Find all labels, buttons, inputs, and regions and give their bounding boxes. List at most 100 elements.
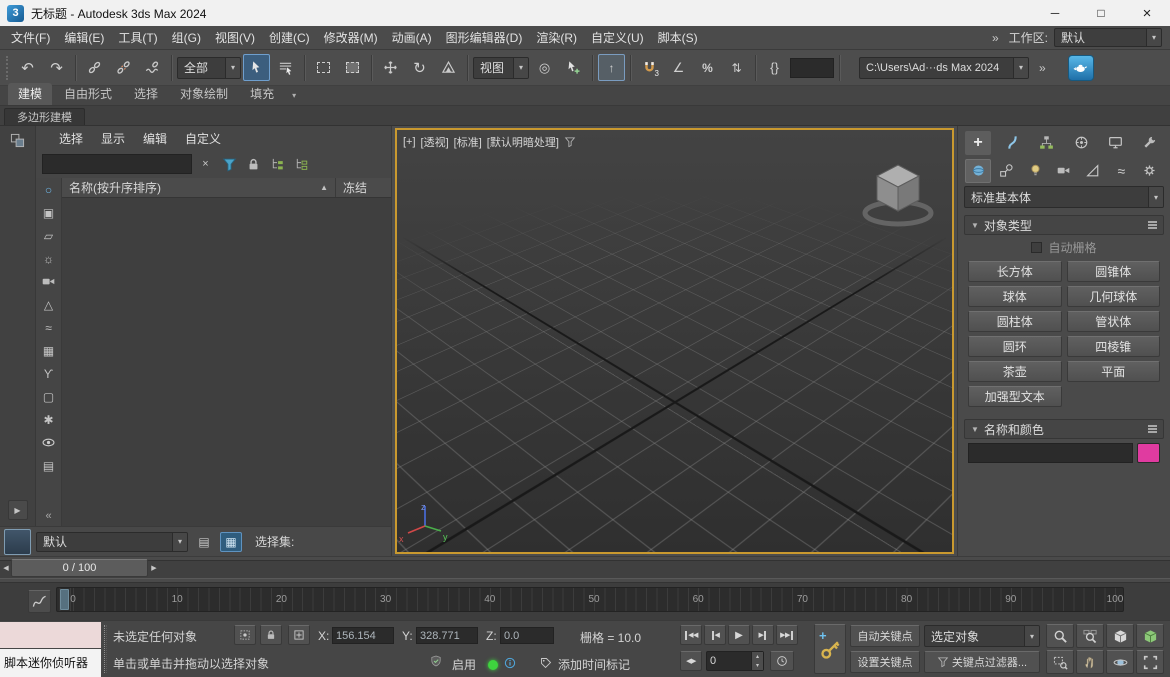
rectangular-selection-region-button[interactable]: [310, 54, 337, 81]
display-hidden-objects-icon[interactable]: [39, 433, 58, 452]
zoom-all-button[interactable]: [1076, 624, 1104, 648]
cameras-subtab[interactable]: [1051, 159, 1077, 183]
redo-button[interactable]: ↷: [43, 54, 70, 81]
spinner-snap-button[interactable]: ⇅: [723, 54, 750, 81]
key-mode-toggle-button[interactable]: ◀▶: [680, 651, 702, 671]
column-header-frozen[interactable]: 冻结: [335, 178, 391, 197]
ribbon-tab-填充[interactable]: 填充: [240, 83, 284, 105]
time-slider[interactable]: ◀ 0 / 100 ▶: [0, 556, 1170, 582]
ribbon-tab-自由形式[interactable]: 自由形式: [54, 83, 122, 105]
display-none-icon[interactable]: ○: [39, 180, 58, 199]
color-swatch[interactable]: [1137, 443, 1160, 463]
pan-button[interactable]: [1076, 650, 1104, 674]
maximize-viewport-button[interactable]: [1136, 650, 1164, 674]
viewport[interactable]: [+] [透视] [标准] [默认明暗处理] x y z: [395, 128, 954, 554]
time-slider-thumb[interactable]: 0 / 100: [11, 559, 148, 577]
column-header-name[interactable]: 名称(按升序排序) ▲: [62, 178, 335, 197]
frame-input[interactable]: [707, 652, 751, 670]
filter-button[interactable]: [219, 154, 240, 175]
orbit-button[interactable]: [1106, 650, 1134, 674]
shapes-subtab[interactable]: [994, 159, 1020, 183]
project-folder-dropdown[interactable]: C:\Users\Ad···ds Max 2024 ▾: [859, 56, 1029, 79]
menu-item-修改器(M)[interactable]: 修改器(M): [317, 26, 385, 49]
reference-coordinate-dropdown[interactable]: 视图 ▾: [473, 56, 529, 79]
rollout-menu-icon[interactable]: [1148, 428, 1157, 430]
primitive-button-球体[interactable]: 球体: [968, 286, 1062, 307]
scroll-left-icon[interactable]: «: [45, 510, 51, 522]
object-type-rollout-header[interactable]: ▼ 对象类型: [964, 215, 1164, 235]
motion-tab[interactable]: [1068, 131, 1094, 155]
display-materials-icon[interactable]: ▤: [39, 456, 58, 475]
y-coordinate-field[interactable]: [416, 627, 478, 644]
render-setup-button[interactable]: [1067, 54, 1094, 81]
primitive-button-圆柱体[interactable]: 圆柱体: [968, 311, 1062, 332]
primitive-button-圆环[interactable]: 圆环: [968, 336, 1062, 357]
go-to-start-button[interactable]: ◀◀: [680, 625, 702, 645]
expand-hierarchy-button[interactable]: [267, 154, 288, 175]
create-tab[interactable]: +: [965, 130, 991, 155]
display-groups-icon[interactable]: ▦: [39, 341, 58, 360]
zoom-extents-button[interactable]: [1106, 624, 1134, 648]
select-and-move-button[interactable]: [377, 54, 404, 81]
display-cameras-icon[interactable]: [39, 272, 58, 291]
autogrid-checkbox[interactable]: [1031, 242, 1043, 253]
explorer-object-list[interactable]: [62, 198, 391, 526]
select-and-scale-button[interactable]: [435, 54, 462, 81]
use-pivot-center-button[interactable]: ◎: [531, 54, 558, 81]
primitive-button-茶壶[interactable]: 茶壶: [968, 361, 1062, 382]
per-view-filter-funnel-icon[interactable]: [564, 136, 576, 148]
edit-named-selections-button[interactable]: {}: [761, 54, 788, 81]
add-time-tag-button[interactable]: 添加时间标记: [558, 656, 630, 673]
menu-item-动画(A)[interactable]: 动画(A): [385, 26, 439, 49]
helpers-subtab[interactable]: [1080, 159, 1106, 183]
layout-tabs-icon[interactable]: [10, 133, 25, 148]
lock-explorer-button[interactable]: [243, 154, 264, 175]
display-frozen-objects-icon[interactable]: ✱: [39, 410, 58, 429]
maxscript-mini-listener[interactable]: 脚本迷你侦听器: [0, 649, 101, 677]
maxscript-macro-pane[interactable]: [0, 622, 101, 648]
isolate-selection-button[interactable]: [234, 625, 256, 645]
menu-item-编辑(E)[interactable]: 编辑(E): [57, 26, 111, 49]
keyboard-shortcut-override-button[interactable]: ↑: [598, 54, 625, 81]
play-button[interactable]: ▶: [728, 625, 750, 645]
toolbar-grip[interactable]: [6, 55, 9, 80]
explorer-menu-选择[interactable]: 选择: [50, 128, 92, 149]
menu-item-视图(V)[interactable]: 视图(V): [208, 26, 262, 49]
viewcube[interactable]: [856, 156, 940, 232]
systems-subtab[interactable]: [1137, 159, 1163, 183]
display-lights-icon[interactable]: ☼: [39, 249, 58, 268]
display-geometry-icon[interactable]: ▣: [39, 203, 58, 222]
mini-curve-editor-button[interactable]: [28, 590, 51, 613]
name-color-rollout-header[interactable]: ▼ 名称和颜色: [964, 419, 1164, 439]
object-name-input[interactable]: [968, 443, 1133, 463]
set-keys-button[interactable]: +: [814, 624, 846, 674]
menu-item-脚本(S)[interactable]: 脚本(S): [651, 26, 705, 49]
select-and-rotate-button[interactable]: ↻: [406, 54, 433, 81]
explorer-selector-dropdown[interactable]: 默认 ▾: [36, 531, 188, 552]
x-coordinate-field[interactable]: [332, 627, 394, 644]
primitive-button-圆锥体[interactable]: 圆锥体: [1066, 261, 1160, 282]
unlink-selection-button[interactable]: [110, 54, 137, 81]
close-button[interactable]: ×: [1124, 0, 1170, 26]
key-filter-selection-dropdown[interactable]: 选定对象 ▾: [924, 625, 1040, 647]
snap-toggle-button[interactable]: 3: [636, 54, 663, 81]
auto-key-button[interactable]: 自动关键点: [850, 625, 920, 647]
ribbon-tab-对象绘制[interactable]: 对象绘制: [170, 83, 238, 105]
explorer-menu-显示[interactable]: 显示: [92, 128, 134, 149]
ribbon-tab-选择[interactable]: 选择: [124, 83, 168, 105]
primitive-button-加强型文本[interactable]: 加强型文本: [968, 386, 1062, 407]
hierarchy-tab[interactable]: [1034, 131, 1060, 155]
z-coordinate-field[interactable]: [500, 627, 554, 644]
region-zoom-button[interactable]: [1046, 650, 1074, 674]
info-icon[interactable]: [504, 657, 516, 669]
display-helpers-icon[interactable]: △: [39, 295, 58, 314]
key-filters-button[interactable]: 关键点过滤器...: [924, 651, 1040, 673]
expand-layout-tabs-button[interactable]: ▶: [7, 500, 28, 520]
maximize-button[interactable]: □: [1078, 0, 1124, 26]
viewport-layout-thumbnail[interactable]: [4, 528, 31, 555]
geometry-category-dropdown[interactable]: 标准基本体 ▾: [964, 186, 1164, 208]
select-by-name-button[interactable]: [272, 54, 299, 81]
space-warps-subtab[interactable]: ≈: [1108, 159, 1134, 183]
explorer-search-input[interactable]: [42, 154, 192, 174]
toolbar-overflow-icon[interactable]: »: [1031, 61, 1054, 75]
